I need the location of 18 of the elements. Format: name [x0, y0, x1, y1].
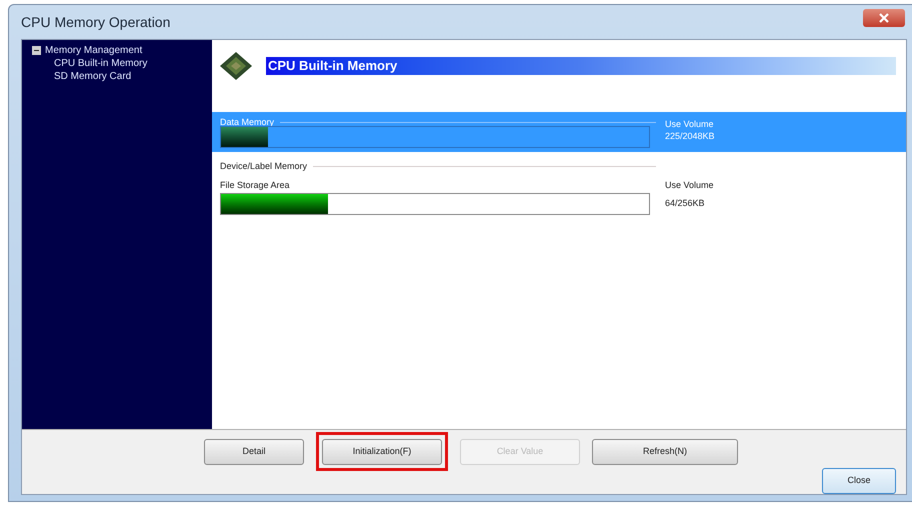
- use-volume-reading: 64/256KB: [665, 196, 705, 210]
- tree-item[interactable]: SD Memory Card: [54, 70, 132, 83]
- section-heading: Device/Label Memory: [220, 160, 308, 173]
- dialog-button[interactable]: Detail: [204, 438, 304, 465]
- window-title: CPU Memory Operation: [21, 12, 170, 32]
- close-icon[interactable]: [863, 9, 905, 27]
- close-button[interactable]: Close: [822, 468, 896, 494]
- header-title: CPU Built-in Memory: [266, 57, 896, 75]
- tree-item[interactable]: Memory Management: [45, 44, 142, 57]
- section-heading: Data Memory: [220, 116, 274, 129]
- dialog-button[interactable]: Refresh(N): [592, 438, 738, 465]
- use-volume-label: Use Volume: [665, 118, 714, 131]
- use-volume-reading: 225/2048KB: [665, 130, 715, 143]
- area-label: File Storage Area: [220, 179, 291, 192]
- dialog-button[interactable]: Initialization(F): [322, 438, 442, 465]
- collapse-icon[interactable]: [32, 46, 41, 55]
- tree-item[interactable]: CPU Built-in Memory: [54, 57, 148, 70]
- use-volume-label: Use Volume: [665, 179, 714, 192]
